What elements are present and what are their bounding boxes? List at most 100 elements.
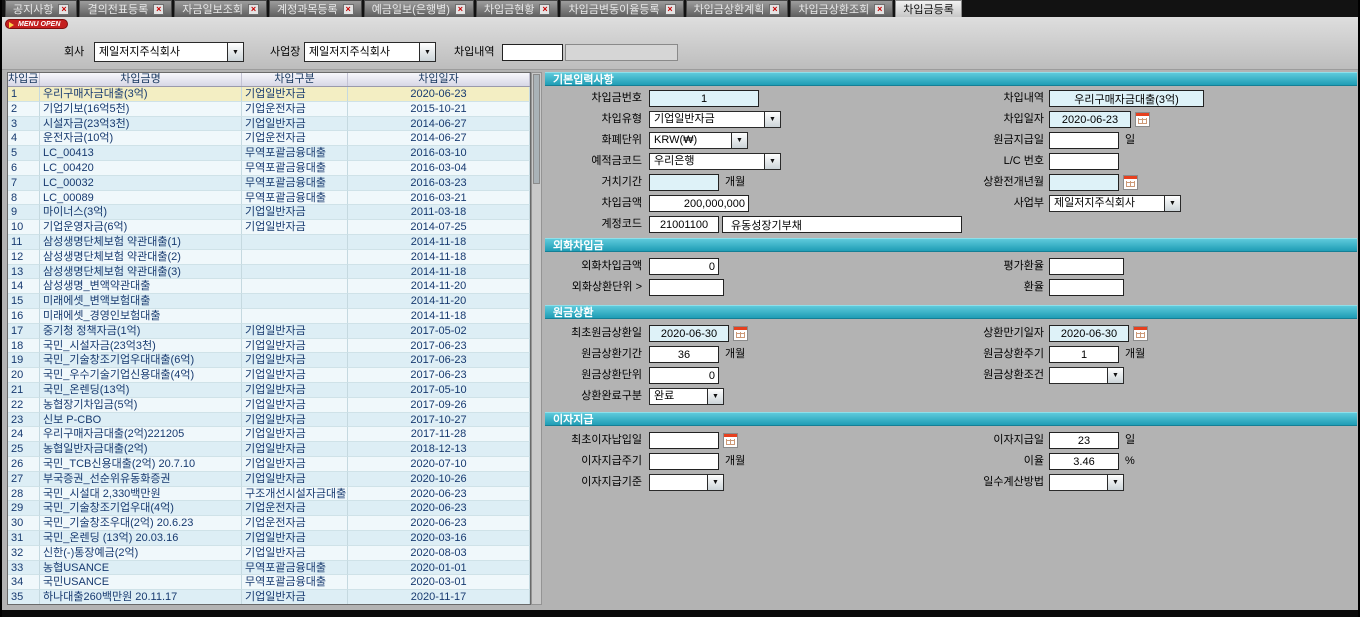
tab-공지사항[interactable]: 공지사항×: [5, 0, 77, 17]
table-row[interactable]: 26국민_TCB신용대출(2억) 20.7.10기업일반자금2020-07-10: [8, 457, 530, 472]
table-row[interactable]: 18국민_시설자금(23억3천)기업일반자금2017-06-23: [8, 339, 530, 354]
grace-period-field[interactable]: [649, 174, 719, 191]
table-row[interactable]: 25농협일반자금대출(2억)기업일반자금2018-12-13: [8, 442, 530, 457]
table-row[interactable]: 12삼성생명단체보험 약관대출(2)2014-11-18: [8, 250, 530, 265]
table-row[interactable]: 11삼성생명단체보험 약관대출(1)2014-11-18: [8, 235, 530, 250]
table-row[interactable]: 1우리구매자금대출(3억)기업일반자금2020-06-23: [8, 87, 530, 102]
exchange-rate-field[interactable]: [1049, 279, 1124, 296]
principal-pay-day-field[interactable]: [1049, 132, 1119, 149]
deposit-code-select[interactable]: 우리은행 ▼: [649, 153, 781, 170]
tab-차입금상환조회[interactable]: 차입금상환조회×: [790, 0, 893, 17]
maturity-date-field[interactable]: [1049, 325, 1129, 342]
tab-close-icon[interactable]: ×: [769, 4, 780, 15]
menu-open-button[interactable]: MENU OPEN: [5, 19, 68, 29]
table-row[interactable]: 35하나대출260백만원 20.11.17기업일반자금2020-11-17: [8, 590, 530, 605]
table-row[interactable]: 23신보 P-CBO기업일반자금2017-10-27: [8, 413, 530, 428]
calendar-icon[interactable]: [733, 326, 748, 341]
row-loan-type: 기업운전자금: [242, 102, 348, 117]
repay-complete-select[interactable]: 완료 ▼: [649, 388, 724, 405]
tab-차입금등록[interactable]: 차입금등록: [895, 0, 962, 17]
table-row[interactable]: 16미래에셋_경영인보험대출2014-11-18: [8, 309, 530, 324]
table-row[interactable]: 7LC_00032무역포괄금융대출2016-03-23: [8, 176, 530, 191]
table-row[interactable]: 9마이너스(3억)기업일반자금2011-03-18: [8, 205, 530, 220]
table-row[interactable]: 5LC_00413무역포괄금융대출2016-03-10: [8, 146, 530, 161]
table-row[interactable]: 4운전자금(10억)기업운전자금2014-06-27: [8, 131, 530, 146]
fx-amount-field[interactable]: [649, 258, 719, 275]
repay-unit-field[interactable]: [649, 367, 719, 384]
first-repay-date-field[interactable]: [649, 325, 729, 342]
division-select[interactable]: 제일저지주식회사 ▼: [1049, 195, 1181, 212]
table-scrollbar-thumb[interactable]: [533, 74, 540, 184]
tab-close-icon[interactable]: ×: [665, 4, 676, 15]
table-row[interactable]: 15미래에셋_변액보험대출2014-11-20: [8, 294, 530, 309]
table-row[interactable]: 31국민_온렌딩 (13억) 20.03.16기업일반자금2020-03-16: [8, 531, 530, 546]
lc-no-field[interactable]: [1049, 153, 1119, 170]
pre-repay-ym-field[interactable]: [1049, 174, 1119, 191]
table-row[interactable]: 32신한(-)통장예금(2억)기업일반자금2020-08-03: [8, 546, 530, 561]
table-row[interactable]: 3시설자금(23억3천)기업일반자금2014-06-27: [8, 117, 530, 132]
loan-amount-field[interactable]: [649, 195, 749, 212]
account-code-field[interactable]: [649, 216, 719, 233]
repay-cycle-field[interactable]: [1049, 346, 1119, 363]
table-row[interactable]: 27부국증권_선순위유동화증권기업일반자금2020-10-26: [8, 472, 530, 487]
loan-date-field[interactable]: [1049, 111, 1131, 128]
table-row[interactable]: 29국민_기술창조기업우대(4억)기업운전자금2020-06-23: [8, 501, 530, 516]
table-row[interactable]: 22농협장기차입금(5억)기업일반자금2017-09-26: [8, 398, 530, 413]
loan-desc-input[interactable]: [502, 44, 563, 61]
day-count-select[interactable]: ▼: [1049, 474, 1124, 491]
interest-basis-select[interactable]: ▼: [649, 474, 724, 491]
chevron-down-icon: ▼: [227, 43, 243, 61]
table-row[interactable]: 13삼성생명단체보험 약관대출(3)2014-11-18: [8, 265, 530, 280]
tab-close-icon[interactable]: ×: [58, 4, 69, 15]
table-row[interactable]: 17중기청 정책자금(1억)기업일반자금2017-05-02: [8, 324, 530, 339]
fx-repay-unit-field[interactable]: [649, 279, 724, 296]
eval-rate-field[interactable]: [1049, 258, 1124, 275]
table-row[interactable]: 30국민_기술창조우대(2억) 20.6.23기업운전자금2020-06-23: [8, 516, 530, 531]
first-interest-date-field[interactable]: [649, 432, 719, 449]
tab-차입금상환계획[interactable]: 차입금상환계획×: [686, 0, 789, 17]
table-row[interactable]: 8LC_00089무역포괄금융대출2016-03-21: [8, 191, 530, 206]
table-scrollbar[interactable]: [531, 72, 542, 605]
loan-no-field[interactable]: [649, 90, 759, 107]
repay-condition-select[interactable]: ▼: [1049, 367, 1124, 384]
interest-pay-day-field[interactable]: [1049, 432, 1119, 449]
site-select[interactable]: 제일저지주식회사 ▼: [304, 42, 436, 62]
tab-자금일보조회[interactable]: 자금일보조회×: [174, 0, 267, 17]
interest-cycle-field[interactable]: [649, 453, 719, 470]
table-row[interactable]: 20국민_우수기술기업신용대출(4억)기업일반자금2017-06-23: [8, 368, 530, 383]
app-window: 공지사항×결의전표등록×자금일보조회×계정과목등록×예금일보(은행별)×차입금현…: [0, 0, 1360, 617]
tab-close-icon[interactable]: ×: [343, 4, 354, 15]
tab-예금일보(은행별)[interactable]: 예금일보(은행별)×: [364, 0, 474, 17]
tab-close-icon[interactable]: ×: [248, 4, 259, 15]
tab-차입금현황[interactable]: 차입금현황×: [476, 0, 559, 17]
loan-desc-detail-field[interactable]: [1049, 90, 1204, 107]
calendar-icon[interactable]: [723, 433, 738, 448]
repay-period-field[interactable]: [649, 346, 719, 363]
tab-계정과목등록[interactable]: 계정과목등록×: [269, 0, 362, 17]
table-row[interactable]: 10기업운영자금(6억)기업일반자금2014-07-25: [8, 220, 530, 235]
tab-close-icon[interactable]: ×: [874, 4, 885, 15]
calendar-icon[interactable]: [1123, 175, 1138, 190]
table-row[interactable]: 34국민USANCE무역포괄금융대출2020-03-01: [8, 575, 530, 590]
table-row[interactable]: 6LC_00420무역포괄금융대출2016-03-04: [8, 161, 530, 176]
tab-차입금변동이율등록[interactable]: 차입금변동이율등록×: [560, 0, 683, 17]
tab-close-icon[interactable]: ×: [539, 4, 550, 15]
company-select[interactable]: 제일저지주식회사 ▼: [94, 42, 244, 62]
table-row[interactable]: 19국민_기술창조기업우대대출(6억)기업일반자금2017-06-23: [8, 353, 530, 368]
row-loan-date: 2017-11-28: [348, 427, 530, 442]
table-row[interactable]: 2기업기보(16억5천)기업운전자금2015-10-21: [8, 102, 530, 117]
table-row[interactable]: 24우리구매자금대출(2억)221205기업일반자금2017-11-28: [8, 427, 530, 442]
tab-결의전표등록[interactable]: 결의전표등록×: [79, 0, 172, 17]
loan-type-select[interactable]: 기업일반자금 ▼: [649, 111, 781, 128]
interest-rate-field[interactable]: [1049, 453, 1119, 470]
table-row[interactable]: 21국민_온렌딩(13억)기업일반자금2017-05-10: [8, 383, 530, 398]
tab-close-icon[interactable]: ×: [153, 4, 164, 15]
calendar-icon[interactable]: [1135, 112, 1150, 127]
table-row[interactable]: 28국민_시설대 2,330백만원구조개선시설자금대출2020-06-23: [8, 487, 530, 502]
table-row[interactable]: 33농협USANCE무역포괄금융대출2020-01-01: [8, 561, 530, 576]
table-row[interactable]: 14삼성생명_변액약관대출2014-11-20: [8, 279, 530, 294]
tab-close-icon[interactable]: ×: [455, 4, 466, 15]
currency-select[interactable]: KRW(₩) ▼: [649, 132, 748, 149]
calendar-icon[interactable]: [1133, 326, 1148, 341]
row-loan-date: 2017-05-02: [348, 324, 530, 339]
